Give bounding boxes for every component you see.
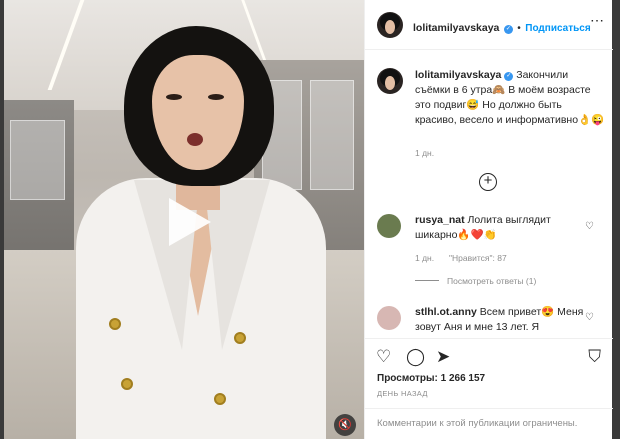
caption-username[interactable]: lolitamilyavskaya [415,69,501,81]
comment-like-icon[interactable]: ♡ [585,221,594,232]
header-line: lolitamilyavskaya ✓ • Подписаться [413,18,591,36]
commenter-avatar[interactable] [377,306,401,330]
backdrop-right [612,0,620,439]
comments-limited-notice: Комментарии к этой публикации ограничены… [365,408,613,439]
comment-likes[interactable]: "Нравится": 87 [449,253,507,263]
comment-username[interactable]: rusya_nat [415,214,465,226]
comment-like-icon[interactable]: ♡ [585,312,594,323]
play-icon[interactable] [169,198,211,246]
mouth [187,133,203,146]
gold-button [234,332,246,344]
verified-icon: ✓ [503,25,513,34]
caption-avatar[interactable] [377,68,403,94]
view-replies-label: Посмотреть ответы (1) [447,276,537,286]
comment-icon[interactable]: ◯ [406,347,425,367]
separator-dot: • [517,23,521,34]
post-header: lolitamilyavskaya ✓ • Подписаться ⋯ [365,0,613,50]
comment-age: 1 дн. [415,253,435,263]
mute-icon[interactable]: 🔇 [334,414,356,436]
post-details-panel: lolitamilyavskaya ✓ • Подписаться ⋯ loli… [364,0,613,439]
view-replies-link[interactable]: Посмотреть ответы (1) [415,276,536,286]
like-icon[interactable]: ♡ [376,347,391,367]
gold-button [109,318,121,330]
comment: stlhl.ot.anny Всем привет😍 Меня зовут Ан… [415,305,585,335]
verified-icon: ✓ [504,72,514,81]
avatar[interactable] [377,12,403,38]
load-more-comments-icon[interactable]: + [479,173,497,191]
instagram-post-view: 🔇 lolitamilyavskaya ✓ • Подписаться ⋯ lo… [0,0,620,439]
share-icon[interactable]: ➤ [436,347,450,367]
comment-username[interactable]: stlhl.ot.anny [415,306,477,318]
gold-button [214,393,226,405]
caption-age: 1 дн. [415,148,435,158]
comment: rusya_nat Лолита выглядит шикарно🔥❤️👏 [415,213,585,243]
views-count[interactable]: Просмотры: 1 266 157 [377,373,485,384]
header-username[interactable]: lolitamilyavskaya [413,22,499,34]
more-options-icon[interactable]: ⋯ [590,12,605,29]
save-icon[interactable]: ⛉ [588,347,601,367]
eye [166,94,182,100]
commenter-avatar[interactable] [377,214,401,238]
eye [208,94,224,100]
post-time: ДЕНЬ НАЗАД [377,389,428,398]
follow-button[interactable]: Подписаться [525,23,590,34]
gold-button [121,378,133,390]
replies-divider [415,280,439,281]
post-caption: lolitamilyavskaya ✓ Закончили съёмки в 6… [415,68,605,128]
video-player[interactable]: 🔇 [4,0,364,439]
